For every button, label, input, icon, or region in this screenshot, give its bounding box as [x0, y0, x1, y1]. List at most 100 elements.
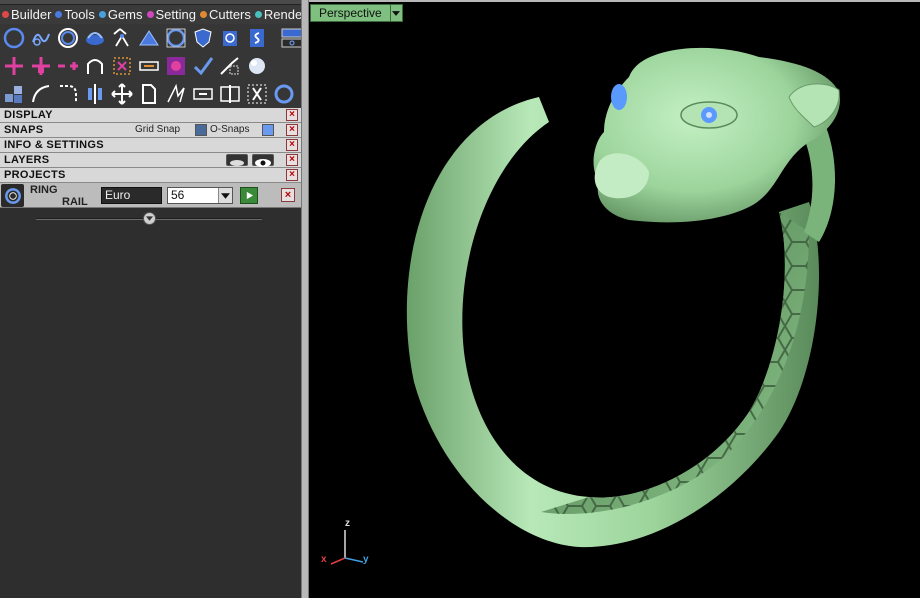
- cutters-dot-icon: [199, 11, 207, 18]
- viewport-tab[interactable]: Perspective: [310, 4, 403, 22]
- curve-tool[interactable]: [27, 25, 54, 51]
- menu-cutters[interactable]: Cutters: [199, 6, 251, 23]
- perspective-viewport[interactable]: Perspective z x y: [309, 0, 920, 598]
- cup-tool[interactable]: [216, 25, 243, 51]
- arc-draw-tool[interactable]: [27, 81, 54, 107]
- info-panel-header[interactable]: INFO & SETTINGS ×: [0, 138, 301, 153]
- panther-eye-left: [611, 84, 627, 110]
- snaps-close-button[interactable]: ×: [286, 124, 298, 136]
- display-close-button[interactable]: ×: [286, 109, 298, 121]
- knife-tool[interactable]: [216, 53, 243, 79]
- spiral-tool[interactable]: [243, 25, 270, 51]
- pattern-tool[interactable]: [162, 53, 189, 79]
- rail-label: RAIL: [62, 196, 88, 208]
- ring-size-select[interactable]: 56: [167, 187, 233, 204]
- panel-splitter[interactable]: [301, 0, 309, 598]
- toolbar-row-3: [0, 80, 297, 108]
- viewport-menu-button[interactable]: [390, 4, 403, 22]
- layer-hide-button[interactable]: [226, 154, 248, 166]
- cut-icon: [247, 84, 266, 104]
- fillet-tool[interactable]: [54, 81, 81, 107]
- shield-tool[interactable]: [189, 25, 216, 51]
- toolbar: [0, 24, 302, 108]
- arc-tool[interactable]: [81, 53, 108, 79]
- gem-tool[interactable]: [108, 25, 135, 51]
- layer-visibility-button[interactable]: [252, 154, 274, 167]
- builder-dot-icon: [2, 11, 9, 18]
- ring-band-inner: [541, 212, 809, 514]
- layers-panel-header[interactable]: LAYERS ×: [0, 153, 301, 168]
- paste-icon: [141, 84, 156, 104]
- menu-list: Builder Tools Gems Setting Cutters Rende…: [2, 6, 301, 23]
- info-close-button[interactable]: ×: [286, 139, 298, 151]
- ring-outline-tool[interactable]: [270, 81, 297, 107]
- ring-size-value: 56: [171, 188, 185, 202]
- projects-panel-header[interactable]: PROJECTS ×: [0, 168, 301, 183]
- projects-close-button[interactable]: ×: [286, 169, 298, 181]
- check-tool[interactable]: [189, 53, 216, 79]
- knife-icon: [219, 57, 239, 75]
- cubes-icon: [4, 86, 22, 103]
- ring-icon: [57, 28, 78, 48]
- panel-slider-knob[interactable]: [143, 212, 156, 225]
- menu-tools-label: Tools: [64, 7, 95, 22]
- mountain-tool[interactable]: [135, 25, 162, 51]
- move-tool[interactable]: [108, 81, 135, 107]
- mirror-tool[interactable]: [81, 81, 108, 107]
- link-tool[interactable]: [135, 53, 162, 79]
- snaps-panel-header[interactable]: SNAPS Grid Snap O-Snaps ×: [0, 123, 301, 138]
- grid-snap-toggle[interactable]: [195, 124, 207, 136]
- menu-gems[interactable]: Gems: [98, 6, 143, 23]
- circle-tool[interactable]: [0, 25, 27, 51]
- cubes-tool[interactable]: [0, 81, 27, 107]
- menu-bar: Builder Tools Gems Setting Cutters Rende…: [0, 0, 301, 24]
- ring-standard-field[interactable]: Euro: [101, 187, 162, 204]
- menu-tools[interactable]: Tools: [55, 6, 95, 23]
- chevron-down-icon: [392, 10, 401, 16]
- add-node-tool[interactable]: [27, 53, 54, 79]
- info-panel-title: INFO & SETTINGS: [4, 139, 104, 151]
- projects-panel-title: PROJECTS: [4, 169, 66, 181]
- split-tool[interactable]: [216, 81, 243, 107]
- circle-icon: [3, 27, 24, 49]
- menu-gems-label: Gems: [107, 7, 143, 22]
- ring-rail-close-button[interactable]: ×: [281, 188, 295, 202]
- viewport-name[interactable]: Perspective: [310, 4, 391, 22]
- menu-setting-label: Setting: [155, 7, 196, 22]
- plus-minus-icon: [57, 62, 78, 70]
- axis-x-label: x: [321, 554, 327, 565]
- menu-builder-label: Builder: [11, 7, 52, 22]
- grid-delete-icon: [112, 57, 131, 75]
- check-icon: [193, 57, 213, 76]
- left-panel: Builder Tools Gems Setting Cutters Rende…: [0, 0, 302, 598]
- menu-setting[interactable]: Setting: [146, 6, 196, 23]
- menu-render[interactable]: Render: [254, 6, 301, 23]
- axis-z-label: z: [345, 518, 350, 529]
- ring-rail-icon: [4, 187, 21, 204]
- ring-rail-button[interactable]: [1, 184, 24, 207]
- plus-minus-tool[interactable]: [54, 53, 81, 79]
- move-icon: [110, 83, 133, 105]
- layers-close-button[interactable]: ×: [286, 154, 298, 166]
- curve-icon: [31, 33, 50, 46]
- sphere-tool[interactable]: [243, 53, 270, 79]
- grid-delete-tool[interactable]: [108, 53, 135, 79]
- cut-tool[interactable]: [243, 81, 270, 107]
- render-dot-icon: [254, 11, 262, 18]
- ring-apply-button[interactable]: [240, 187, 258, 204]
- spark-tool[interactable]: [162, 81, 189, 107]
- menu-builder[interactable]: Builder: [2, 6, 51, 23]
- cup-icon: [222, 31, 237, 46]
- tools-dot-icon: [55, 11, 63, 18]
- display-panel-header[interactable]: DISPLAY ×: [0, 108, 301, 123]
- frame-tool[interactable]: [162, 25, 189, 51]
- osnaps-toggle[interactable]: [262, 124, 274, 136]
- snaps-panel-title: SNAPS: [4, 124, 44, 136]
- paste-tool[interactable]: [135, 81, 162, 107]
- display-panel-title: DISPLAY: [4, 109, 53, 121]
- add-point-tool[interactable]: [0, 53, 27, 79]
- chain-tool[interactable]: [189, 81, 216, 107]
- ring-tool[interactable]: [54, 25, 81, 51]
- menu-render-label: Render: [263, 7, 301, 22]
- shape-tool[interactable]: [81, 25, 108, 51]
